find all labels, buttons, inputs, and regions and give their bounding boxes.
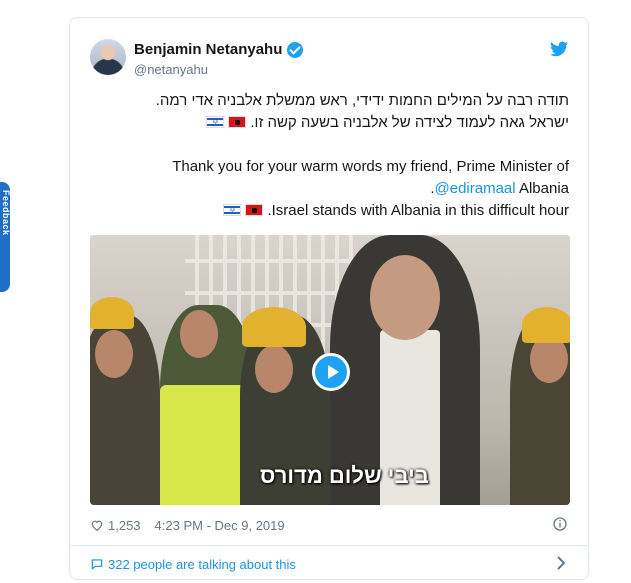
- feedback-side-tab[interactable]: Feedback: [0, 182, 11, 292]
- israel-flag-icon: [206, 116, 225, 128]
- like-count[interactable]: 1,253: [108, 518, 141, 533]
- info-icon[interactable]: [552, 516, 568, 532]
- tweet-english-line-1: Thank you for your warm words my friend,…: [172, 158, 569, 175]
- feedback-tab-label: Feedback: [1, 190, 11, 236]
- mention-link[interactable]: @ediramaal: [435, 180, 516, 197]
- tweet-hebrew-line-2: ישראל גאה לעמוד לצידה של אלבניה בשעה קשה…: [250, 114, 569, 131]
- twitter-bird-icon[interactable]: [550, 41, 568, 57]
- tweet-english-line-3-row: .Israel stands with Albania in this diff…: [99, 200, 569, 222]
- comment-bubble-icon: [91, 559, 103, 570]
- video-face: [95, 330, 133, 378]
- video-caption: ביבי שלום מדורס: [260, 463, 429, 488]
- tweet-english-line-2-row: .@ediramaal Albania: [99, 178, 569, 200]
- timestamp[interactable]: 4:23 PM - Dec 9, 2019: [155, 518, 285, 533]
- card-divider: [70, 545, 588, 546]
- video-face: [255, 345, 293, 393]
- video-thumbnail[interactable]: ביבי שלום מדורס: [90, 235, 570, 505]
- tweet-text: תודה רבה על המילים החמות ידידי, ראש ממשל…: [99, 90, 569, 222]
- conversation-link[interactable]: 322 people are talking about this: [90, 553, 568, 575]
- play-button-icon[interactable]: [312, 353, 350, 391]
- chevron-right-icon[interactable]: [556, 556, 566, 570]
- video-helmet: [242, 307, 306, 347]
- tweet-english-line-3: .Israel stands with Albania in this diff…: [267, 202, 569, 219]
- tweet-card[interactable]: Benjamin Netanyahu @netanyahu תודה רבה ע…: [69, 17, 589, 580]
- albania-flag-icon: [228, 116, 247, 128]
- albania-flag-icon: [245, 204, 264, 216]
- talking-count-text[interactable]: 322 people are talking about this: [108, 557, 296, 572]
- tweet-meta-row: 1,253 4:23 PM - Dec 9, 2019: [90, 515, 568, 535]
- author-handle[interactable]: @netanyahu: [134, 62, 208, 77]
- israel-flag-icon: [223, 204, 242, 216]
- author-name-row[interactable]: Benjamin Netanyahu: [134, 41, 304, 58]
- verified-badge-icon: [287, 41, 304, 58]
- heart-icon[interactable]: [90, 518, 104, 532]
- author-name[interactable]: Benjamin Netanyahu: [134, 41, 282, 58]
- avatar[interactable]: [90, 39, 126, 75]
- video-face: [370, 255, 440, 340]
- video-helmet: [522, 307, 570, 343]
- video-helmet: [90, 297, 134, 329]
- tweet-hebrew-line-1: תודה רבה על המילים החמות ידידי, ראש ממשל…: [155, 92, 569, 109]
- tweet-spacer: [99, 134, 569, 156]
- video-face: [180, 310, 218, 358]
- tweet-english-line-2-suffix: Albania: [515, 180, 569, 197]
- tweet-hebrew-line-2-row: ישראל גאה לעמוד לצידה של אלבניה בשעה קשה…: [99, 112, 569, 134]
